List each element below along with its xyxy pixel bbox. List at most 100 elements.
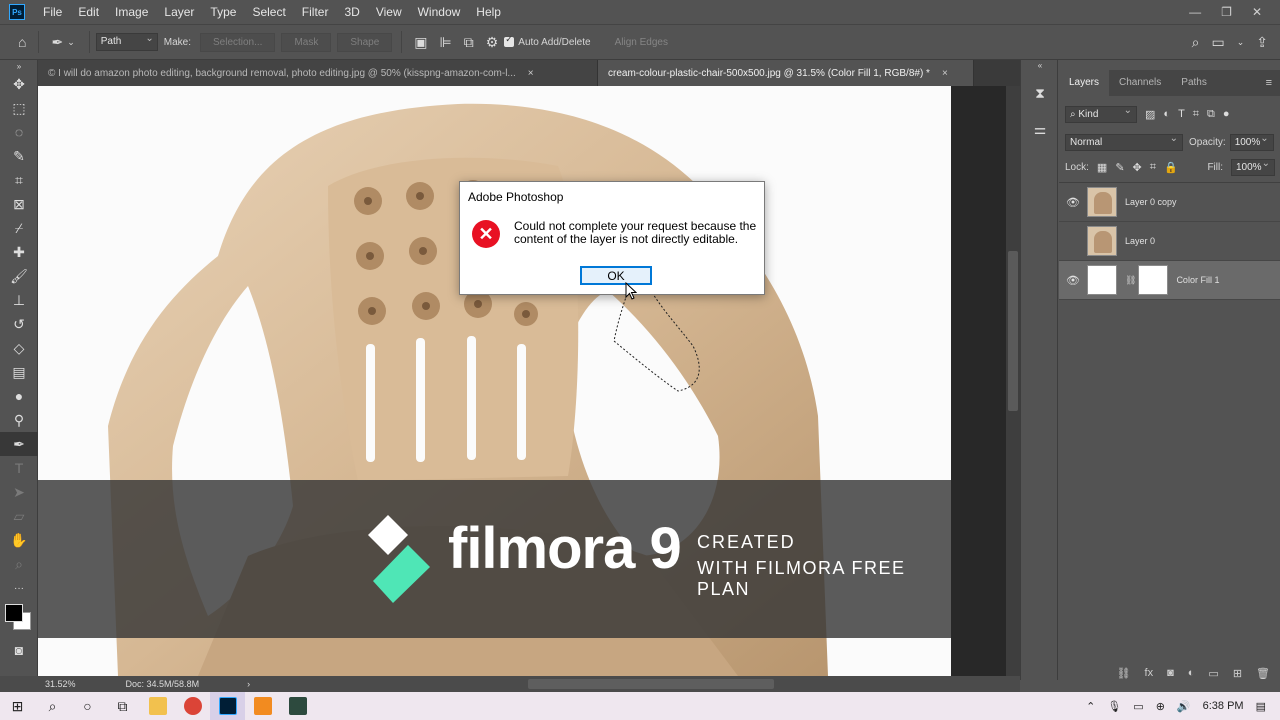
hand-tool-icon[interactable]: ✋ [0,528,38,552]
clone-stamp-tool-icon[interactable]: ⊥ [0,288,38,312]
windows-start-icon[interactable]: ⊞ [0,692,35,720]
filmora-taskbar-icon[interactable] [280,692,315,720]
quick-selection-tool-icon[interactable]: ✎ [0,144,38,168]
opacity-input[interactable]: 100% [1229,133,1274,151]
color-swatches[interactable] [0,600,38,634]
chevron-down-icon[interactable]: ⌄ [1237,37,1245,48]
history-brush-tool-icon[interactable]: ↺ [0,312,38,336]
layer-row[interactable]: Layer 0 [1059,222,1280,261]
menu-layer[interactable]: Layer [156,0,202,24]
pixel-filter-icon[interactable]: ▨ [1145,108,1155,121]
brush-tool-icon[interactable]: 🖌 [0,264,38,288]
close-icon[interactable]: × [528,68,534,79]
quick-mask-icon[interactable]: ◙ [0,638,38,662]
tab-layers[interactable]: Layers [1059,70,1110,96]
document-canvas[interactable]: filmora 9 CREATED WITH FILMORA FREE PLAN [38,86,951,676]
path-selection-tool-icon[interactable]: ➤ [0,480,38,504]
close-icon[interactable]: × [942,68,948,79]
ok-button[interactable]: OK [580,266,652,285]
restore-icon[interactable]: ❐ [1221,5,1232,19]
lock-artboard-icon[interactable]: ⌗ [1150,161,1156,174]
frame-tool-icon[interactable]: ⊠ [0,192,38,216]
clock-time[interactable]: 6:38 PM [1203,700,1244,712]
menu-edit[interactable]: Edit [70,0,107,24]
crop-tool-icon[interactable]: ⌗ [0,168,38,192]
type-filter-icon[interactable]: T [1178,108,1185,120]
horizontal-scrollbar-thumb[interactable] [528,679,774,689]
menu-help[interactable]: Help [468,0,509,24]
menu-filter[interactable]: Filter [294,0,337,24]
chrome-icon[interactable] [175,692,210,720]
tab-channels[interactable]: Channels [1109,70,1171,96]
microphone-icon[interactable]: 🎙 [1107,700,1121,713]
notifications-icon[interactable]: ▤ [1256,700,1266,713]
menu-window[interactable]: Window [410,0,469,24]
cortana-icon[interactable]: ○ [70,692,105,720]
share-icon[interactable]: ⇪ [1256,34,1268,51]
layer-style-icon[interactable]: fx [1145,667,1154,680]
network-icon[interactable]: ⊕ [1156,700,1165,713]
lock-position-icon[interactable]: ✥ [1133,161,1142,174]
healing-brush-tool-icon[interactable]: ✚ [0,240,38,264]
menu-image[interactable]: Image [107,0,156,24]
more-tools-icon[interactable]: ··· [0,576,38,600]
lock-image-icon[interactable]: ✎ [1115,161,1124,174]
visibility-eye-icon[interactable]: 👁 [1059,274,1087,287]
trash-icon[interactable]: 🗑 [1256,667,1270,680]
doc-tab-chair[interactable]: cream-colour-plastic-chair-500x500.jpg @… [598,60,974,86]
blur-tool-icon[interactable]: ● [0,384,38,408]
battery-icon[interactable]: ▭ [1133,700,1143,713]
vertical-scrollbar[interactable] [1006,86,1020,676]
layer-name[interactable]: Color Fill 1 [1176,275,1219,285]
fill-input[interactable]: 100% [1231,158,1275,176]
lasso-tool-icon[interactable]: ◌ [0,120,38,144]
dodge-tool-icon[interactable]: ⚲ [0,408,38,432]
zoom-tool-icon[interactable]: ⌕ [0,552,38,576]
search-icon[interactable]: ⌕ [1192,34,1200,51]
auto-add-delete-checkbox[interactable]: Auto Add/Delete [504,34,591,48]
shape-filter-icon[interactable]: ⌗ [1193,108,1199,121]
eraser-tool-icon[interactable]: ◇ [0,336,38,360]
minimize-icon[interactable]: — [1189,5,1201,19]
workspace-icon[interactable]: ▭ [1211,34,1224,51]
lock-transparent-icon[interactable]: ▦ [1097,161,1107,174]
chevron-down-icon[interactable]: ⌄ [67,37,75,48]
make-mask-button[interactable]: Mask [281,32,332,52]
canvas-area[interactable]: filmora 9 CREATED WITH FILMORA FREE PLAN [38,86,1020,676]
menu-3d[interactable]: 3D [336,0,367,24]
new-layer-icon[interactable]: ⊞ [1233,667,1242,680]
search-icon[interactable]: ⌕ [35,692,70,720]
tab-paths[interactable]: Paths [1171,70,1217,96]
zoom-level[interactable]: 31.52% [45,679,76,689]
menu-type[interactable]: Type [202,0,244,24]
file-explorer-icon[interactable] [140,692,175,720]
filter-kind-select[interactable]: ⌕ Kind [1065,105,1137,123]
status-menu-arrow[interactable]: › [247,679,250,689]
task-view-icon[interactable]: ⧉ [105,692,140,720]
collapse-icon[interactable]: « [1021,60,1059,70]
menu-file[interactable]: File [35,0,70,24]
gear-icon[interactable]: ⚙ [486,34,499,51]
rectangle-tool-icon[interactable]: ▱ [0,504,38,528]
chevron-up-icon[interactable]: ⌃ [1086,700,1095,713]
path-alignment-icon[interactable]: ⊫ [440,34,452,51]
make-shape-button[interactable]: Shape [337,32,393,52]
collapse-icon[interactable]: » [0,60,38,72]
type-tool-icon[interactable]: T [0,456,38,480]
lock-all-icon[interactable]: 🔒 [1164,161,1178,174]
adjustments-panel-icon[interactable]: ⚌ [1021,116,1059,142]
sublime-icon[interactable] [245,692,280,720]
close-icon[interactable]: ✕ [1252,5,1262,19]
eyedropper-tool-icon[interactable]: ⌿ [0,216,38,240]
move-tool-icon[interactable]: ✥ [0,72,38,96]
layer-name[interactable]: Layer 0 copy [1125,197,1177,207]
menu-view[interactable]: View [368,0,410,24]
pen-mode-select[interactable]: Path [95,33,158,51]
layer-name[interactable]: Layer 0 [1125,236,1155,246]
smart-object-filter-icon[interactable]: ⧉ [1207,108,1215,121]
pen-tool-preset-icon[interactable]: ✒ [51,34,63,51]
make-selection-button[interactable]: Selection... [199,32,276,52]
add-mask-icon[interactable]: ◙ [1167,667,1174,680]
visibility-eye-icon[interactable]: 👁 [1059,196,1087,209]
path-operations-icon[interactable]: ▣ [414,34,427,51]
